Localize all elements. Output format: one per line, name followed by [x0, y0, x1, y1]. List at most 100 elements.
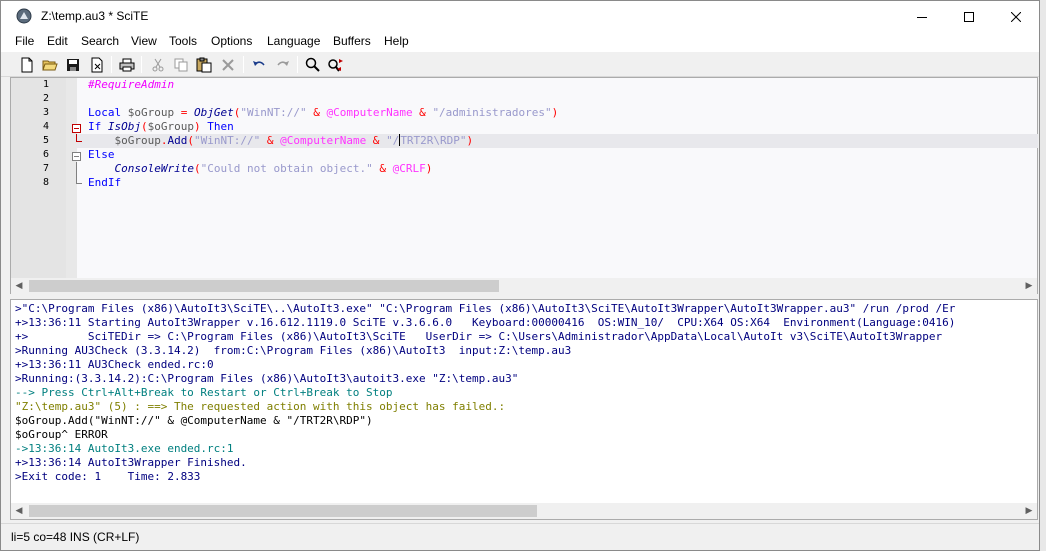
- output-line: ->13:36:14 AutoIt3.exe ended.rc:1: [15, 442, 234, 455]
- menu-bar: File Edit Search View Tools Options Lang…: [1, 32, 1039, 52]
- scroll-left-icon[interactable]: ◀: [11, 278, 27, 294]
- status-text: li=5 co=48 INS (CR+LF): [11, 530, 140, 544]
- code-line[interactable]: 4 If IsObj($oGroup) Then: [11, 120, 1037, 134]
- code-token: "WinNT://": [193, 134, 261, 147]
- maximize-icon: [964, 11, 974, 22]
- scroll-thumb[interactable]: [29, 505, 537, 517]
- code-line[interactable]: 5 $oGroup.Add("WinNT://" & @ComputerName…: [11, 134, 1037, 148]
- code-token: &: [306, 106, 327, 119]
- maximize-button[interactable]: [946, 1, 992, 32]
- code-token: "/administradores": [432, 106, 552, 119]
- scroll-left-icon[interactable]: ◀: [11, 503, 27, 519]
- menu-file[interactable]: File: [15, 34, 34, 48]
- cut-button[interactable]: [148, 55, 168, 75]
- code-token: Else: [88, 148, 115, 161]
- line-number: 2: [42, 93, 49, 104]
- new-file-button[interactable]: [17, 55, 37, 75]
- cut-icon: [152, 58, 164, 72]
- fold-end: [76, 183, 82, 184]
- code-line[interactable]: 2: [11, 92, 1037, 106]
- redo-icon: [277, 61, 289, 66]
- code-token: TRT2R\RDP": [400, 134, 467, 147]
- code-token: #RequireAdmin: [88, 78, 175, 91]
- code-line[interactable]: 1 #RequireAdmin: [11, 78, 1037, 92]
- menu-options[interactable]: Options: [211, 34, 252, 48]
- code-token: "/: [386, 134, 400, 147]
- menu-buffers[interactable]: Buffers: [333, 34, 371, 48]
- find-icon: [305, 57, 320, 72]
- print-icon: [119, 58, 135, 72]
- code-token: (: [141, 120, 148, 133]
- code-token: @ComputerName: [280, 134, 367, 147]
- code-token: =: [174, 106, 194, 119]
- toolbar: [1, 52, 1039, 77]
- close-button[interactable]: [993, 1, 1039, 32]
- replace-button[interactable]: [326, 55, 346, 75]
- code-token: (: [187, 134, 194, 147]
- delete-button[interactable]: [218, 55, 238, 75]
- code-token: &: [412, 106, 433, 119]
- copy-button[interactable]: [171, 55, 191, 75]
- print-button[interactable]: [117, 55, 137, 75]
- fold-toggle-if[interactable]: [72, 124, 81, 133]
- minimize-icon: [917, 16, 927, 18]
- paste-icon: [196, 57, 212, 73]
- find-button[interactable]: [303, 55, 323, 75]
- code-line[interactable]: 3 Local $oGroup = ObjGet("WinNT://" & @Co…: [11, 106, 1037, 120]
- scroll-right-icon[interactable]: ▶: [1021, 503, 1037, 519]
- menu-help[interactable]: Help: [384, 34, 409, 48]
- scroll-thumb[interactable]: [29, 280, 499, 292]
- code-token: ConsoleWrite: [114, 162, 194, 175]
- undo-button[interactable]: [249, 55, 269, 75]
- code-token: @ComputerName: [326, 106, 413, 119]
- menu-view[interactable]: View: [131, 34, 157, 48]
- save-button[interactable]: [63, 55, 83, 75]
- code-line[interactable]: 7 ConsoleWrite("Could not obtain object.…: [11, 162, 1037, 176]
- redo-button[interactable]: [273, 55, 293, 75]
- toolbar-separator: [243, 56, 244, 73]
- code-token: ): [193, 120, 208, 133]
- output-line: +> SciTEDir => C:\Program Files (x86)\Au…: [15, 330, 943, 343]
- delete-icon: [222, 59, 234, 71]
- open-file-button[interactable]: [40, 55, 60, 75]
- scroll-right-icon[interactable]: ▶: [1021, 278, 1037, 294]
- code-token: $oGroup: [114, 134, 161, 147]
- title-bar[interactable]: Z:\temp.au3 * SciTE: [1, 1, 1039, 32]
- code-token: If: [88, 120, 108, 133]
- background-window-edge: [1040, 0, 1046, 551]
- output-line: +>13:36:11 AU3Check ended.rc:0: [15, 358, 214, 371]
- line-number: 4: [42, 121, 49, 132]
- paste-button[interactable]: [194, 55, 214, 75]
- code-token: Local: [88, 106, 128, 119]
- code-token: @CRLF: [392, 162, 426, 175]
- editor-pane[interactable]: 1 #RequireAdmin 2 3 Local $oGroup = ObjGet("…: [10, 77, 1038, 294]
- close-file-button[interactable]: [87, 55, 107, 75]
- fold-line: [76, 162, 77, 183]
- code-token: (: [193, 162, 201, 175]
- line-number: 3: [42, 107, 49, 118]
- menu-tools[interactable]: Tools: [169, 34, 197, 48]
- code-token: Add: [167, 134, 188, 147]
- output-line: "Z:\temp.au3" (5) : ==> The requested ac…: [15, 400, 506, 413]
- editor-horizontal-scrollbar[interactable]: ◀ ▶: [11, 278, 1037, 294]
- output-horizontal-scrollbar[interactable]: ◀ ▶: [11, 503, 1037, 519]
- minimize-button[interactable]: [899, 1, 945, 32]
- fold-toggle-else[interactable]: [72, 152, 81, 161]
- code-line[interactable]: 8 EndIf: [11, 176, 1037, 190]
- code-token: ): [551, 106, 559, 119]
- code-token: &: [372, 162, 393, 175]
- code-token: &: [260, 134, 281, 147]
- output-line: $oGroup.Add("WinNT://" & @ComputerName &…: [15, 414, 373, 427]
- code-line[interactable]: 6 Else: [11, 148, 1037, 162]
- menu-edit[interactable]: Edit: [47, 34, 68, 48]
- output-pane[interactable]: >"C:\Program Files (x86)\AutoIt3\SciTE\.…: [10, 299, 1038, 520]
- menu-search[interactable]: Search: [81, 34, 119, 48]
- line-number: 6: [42, 149, 49, 160]
- status-bar: li=5 co=48 INS (CR+LF): [1, 523, 1039, 550]
- menu-language[interactable]: Language: [267, 34, 320, 48]
- code-token: "Could not obtain object.": [200, 162, 373, 175]
- close-icon: [1011, 11, 1021, 22]
- code-text: Local $oGroup = ObjGet("WinNT://" & @Com…: [88, 106, 558, 120]
